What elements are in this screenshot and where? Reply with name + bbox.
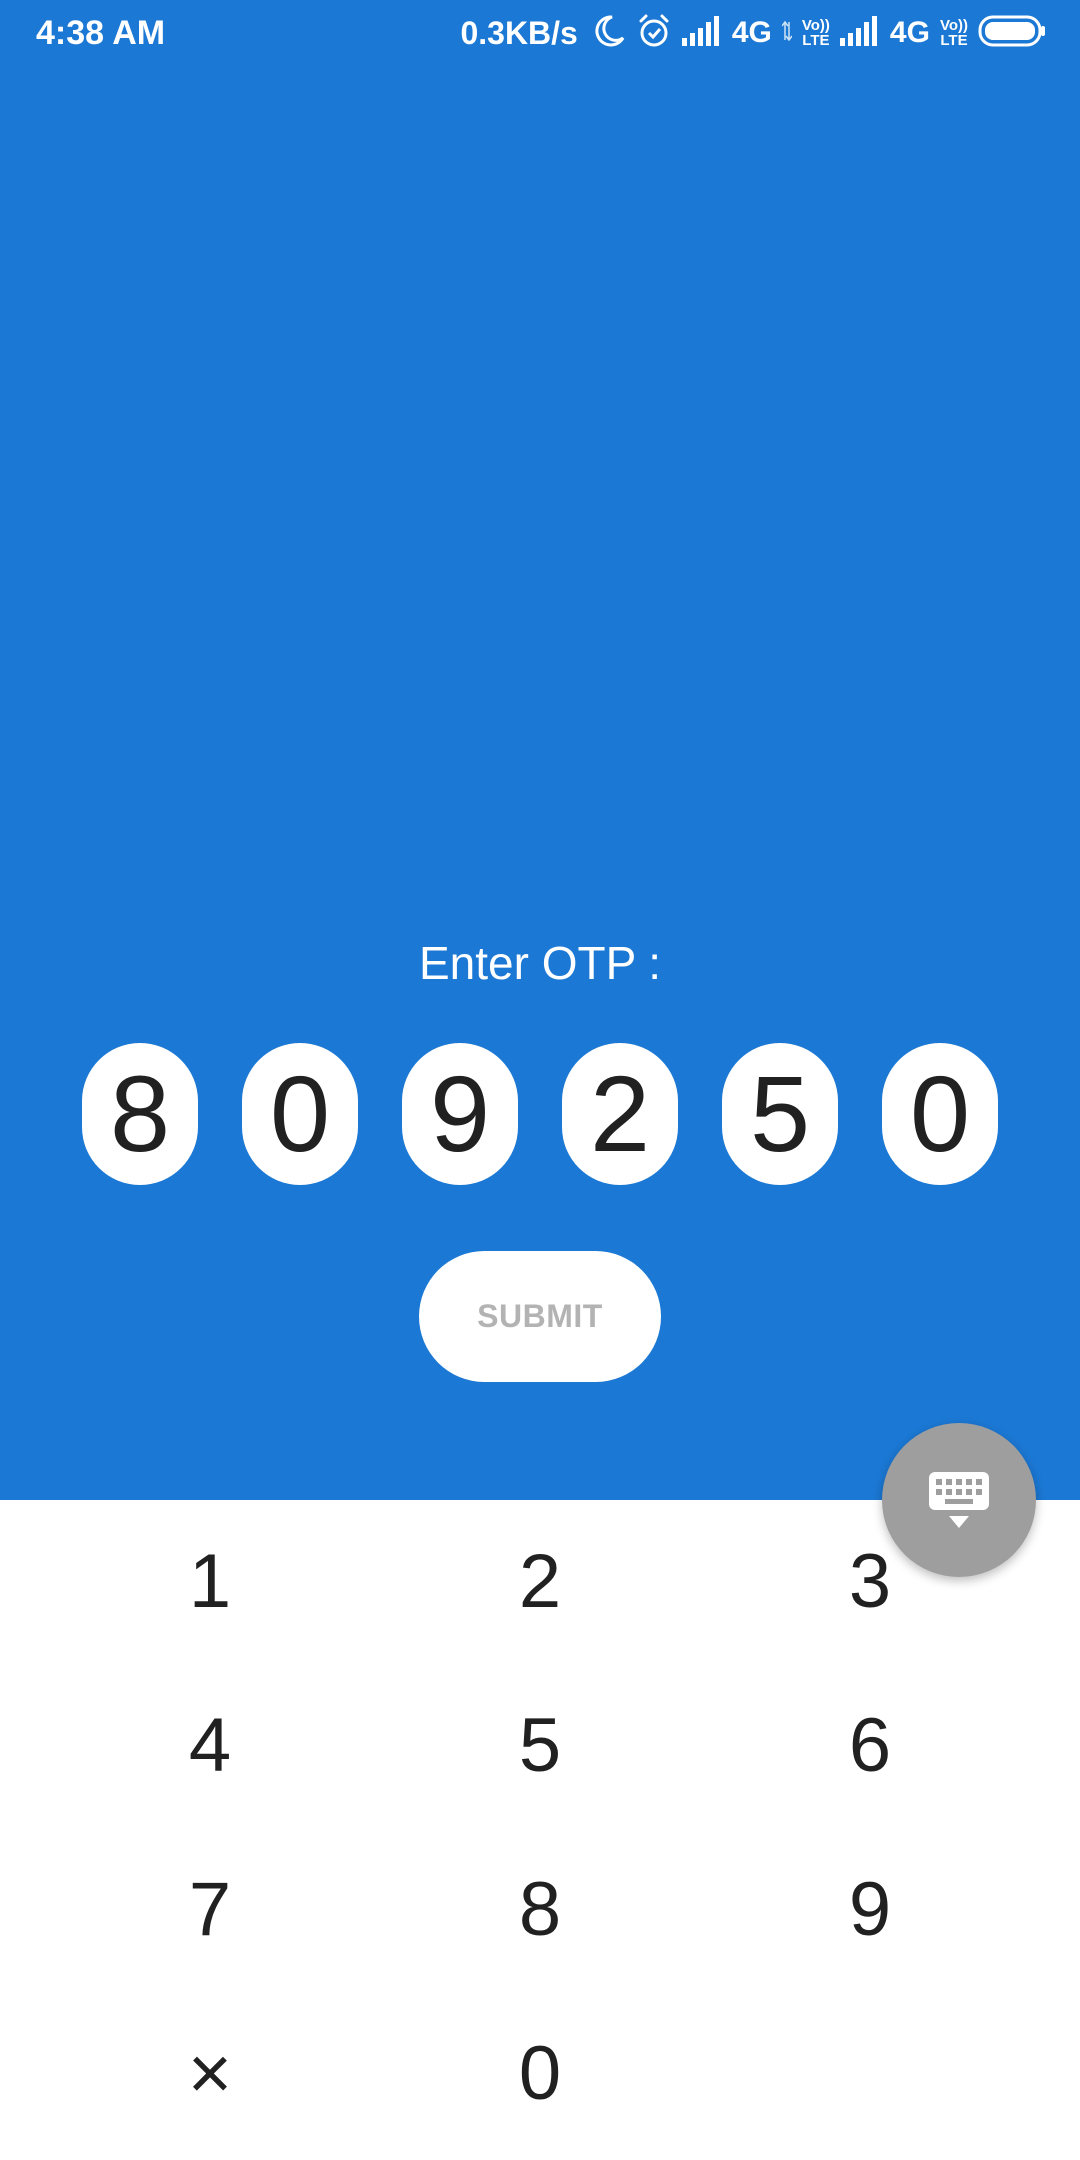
key-8[interactable]: 8: [375, 1828, 705, 1992]
otp-digit-1[interactable]: 8: [82, 1043, 198, 1185]
key-9[interactable]: 9: [705, 1828, 1035, 1992]
otp-label: Enter OTP :: [418, 937, 662, 989]
signal-icon: [839, 15, 880, 51]
key-5[interactable]: 5: [375, 1664, 705, 1828]
otp-digit-3[interactable]: 9: [402, 1043, 518, 1185]
network-speed: 0.3KB/s: [460, 14, 578, 51]
otp-digit-2[interactable]: 0: [242, 1043, 358, 1185]
key-4[interactable]: 4: [45, 1664, 375, 1828]
key-6[interactable]: 6: [705, 1664, 1035, 1828]
numeric-keypad: 1 2 3 4 5 6 7 8 9 × 0: [0, 1500, 1080, 2160]
otp-panel: 4:38 AM 0.3KB/s 4G Vo)) LTE 4G Vo)) LTE …: [0, 0, 1080, 1500]
otp-digit-5[interactable]: 5: [722, 1043, 838, 1185]
keyboard-hide-icon: [929, 1472, 989, 1528]
volte-icon: Vo)) LTE: [801, 17, 830, 49]
battery-icon: [978, 15, 1046, 52]
otp-digit-6[interactable]: 0: [882, 1043, 998, 1185]
key-7[interactable]: 7: [45, 1828, 375, 1992]
alarm-icon: [636, 13, 672, 54]
status-bar: 4:38 AM 0.3KB/s 4G Vo)) LTE 4G Vo)) LTE: [0, 0, 1080, 66]
data-arrows-icon: [781, 20, 793, 47]
status-time: 4:38 AM: [36, 14, 166, 52]
key-0[interactable]: 0: [375, 1992, 705, 2156]
key-clear[interactable]: ×: [45, 1992, 375, 2156]
status-icons: 0.3KB/s 4G Vo)) LTE 4G Vo)) LTE: [460, 10, 1046, 56]
volte-icon: Vo)) LTE: [939, 17, 968, 49]
key-2[interactable]: 2: [375, 1500, 705, 1664]
keyboard-toggle-button[interactable]: [882, 1423, 1036, 1577]
key-1[interactable]: 1: [45, 1500, 375, 1664]
signal-icon: [681, 15, 722, 51]
sim1-network-type: 4G: [731, 16, 772, 49]
submit-button[interactable]: SUBMIT: [419, 1251, 661, 1382]
sim2-network-type: 4G: [889, 16, 930, 49]
moon-icon: [592, 14, 626, 53]
otp-screen: 4:38 AM 0.3KB/s 4G Vo)) LTE 4G Vo)) LTE …: [0, 0, 1080, 2160]
otp-digit-4[interactable]: 2: [562, 1043, 678, 1185]
